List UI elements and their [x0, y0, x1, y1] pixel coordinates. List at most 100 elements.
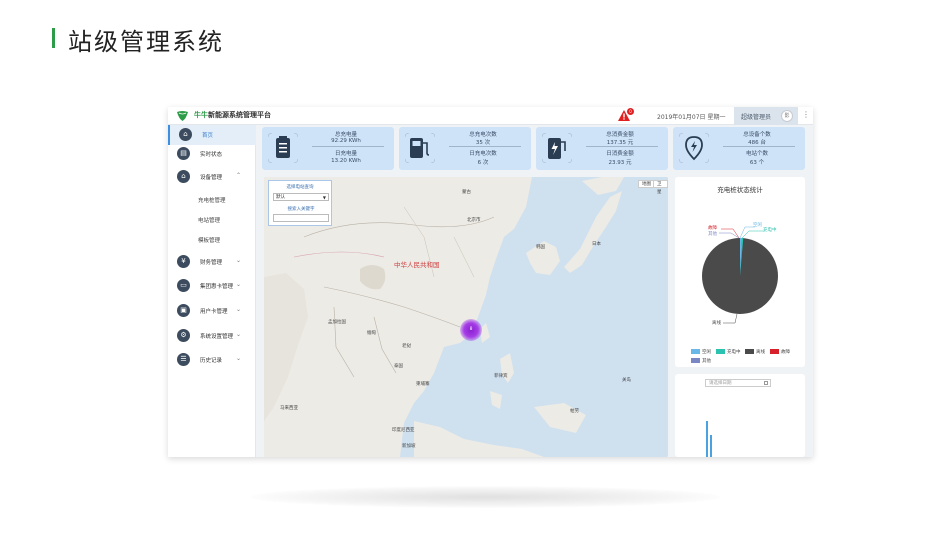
sidebar-item-user-card[interactable]: ▣ 用户卡管理 ⌄ [168, 301, 256, 321]
pie-leader-fault [721, 228, 740, 239]
screenshot-shadow [250, 486, 720, 508]
sidebar-item-devices[interactable]: ⌂ 设备管理 ⌃ [168, 167, 256, 187]
current-date: 2019年01月07日 星期一 [657, 114, 726, 121]
charger-status-chart: 充电桩状态统计 空闲 充电中 故障 其他 离线 空闲 充电中 离线 故障 其他 [675, 177, 805, 367]
sidebar-item-finance[interactable]: ¥ 财务管理 ⌄ [168, 252, 256, 272]
finance-icon: ¥ [177, 255, 190, 268]
map-label-cambodia: 柬埔寨 [416, 382, 430, 387]
legend-fault: 故障 [770, 349, 790, 355]
stat-card-charges: 总充电次数 35 次 日充电次数 6 次 [399, 127, 531, 170]
chevron-down-icon: ⌄ [236, 281, 242, 288]
chevron-down-icon: ⌄ [236, 306, 242, 313]
map-label-indonesia: 印度尼西亚 [392, 428, 415, 433]
map-label-palau: 帕劳 [570, 409, 579, 414]
title-accent-bar [52, 28, 55, 48]
device-icon: ⌂ [177, 170, 190, 183]
user-name: 超级管理员 [741, 114, 772, 121]
meter-icon [268, 133, 298, 163]
sidebar-item-group-card[interactable]: ▭ 集团惠卡管理 ⌄ [168, 276, 256, 296]
brand-name: 牛牛新能源系统管理平台 [194, 111, 271, 119]
top-bar: 牛牛新能源系统管理平台 0 2019年01月07日 星期一 超级管理员 影 ⋮ [168, 107, 813, 125]
sidebar-item-settings[interactable]: ⚙ 系统设置管理 ⌄ [168, 326, 256, 346]
stat-value: 35 次 [475, 140, 491, 146]
chevron-down-icon: ⌄ [236, 257, 242, 264]
stat-value: 6 次 [477, 160, 489, 166]
map-label-myanmar: 缅甸 [367, 331, 376, 336]
sidebar-subitem-chargers[interactable]: 充电桩管理 [198, 196, 226, 204]
stat-label: 日消费金额 [606, 151, 634, 157]
divider [312, 146, 384, 147]
slide-title: 站级管理系统 [68, 28, 224, 56]
avatar[interactable]: 影 [781, 110, 793, 122]
stat-label: 日充电次数 [469, 151, 497, 157]
card-icon: ▭ [177, 279, 190, 292]
map-label-mongolia: 蒙古 [462, 190, 471, 195]
map-label-philippines: 菲律宾 [494, 374, 508, 379]
location-icon [679, 133, 709, 163]
chevron-down-icon: ⌄ [236, 355, 242, 362]
sidebar-item-history[interactable]: ☰ 历史记录 ⌄ [168, 350, 256, 370]
sidebar-subitem-stations[interactable]: 电站管理 [198, 216, 220, 224]
daily-chart-card: 请选择日期 [675, 374, 805, 457]
charger-icon [405, 133, 435, 163]
map-label-guam: 关岛 [622, 378, 631, 383]
divider [449, 146, 521, 147]
map-label-korea: 韩国 [536, 245, 545, 250]
station-select[interactable]: 默认 ▼ [273, 193, 329, 201]
map-label-china: 中华人民共和国 [394, 261, 440, 269]
divider [723, 146, 795, 147]
stat-label: 总充电量 [334, 132, 357, 138]
pie-label-charging: 充电中 [763, 228, 777, 233]
user-menu[interactable]: 超级管理员 影 [734, 107, 798, 125]
pie-leader-offline [723, 313, 738, 324]
caret-down-icon: ▼ [322, 195, 326, 200]
panel-title: 选择电站查询 [286, 185, 314, 190]
alert-count-badge: 0 [627, 108, 634, 115]
station-cluster-marker[interactable]: 8 [460, 319, 482, 341]
stat-value: 23.93 元 [608, 160, 632, 166]
map-label-japan: 日本 [592, 242, 601, 247]
stat-value: 63 个 [749, 160, 765, 166]
stat-value: 486 台 [748, 140, 766, 146]
chevron-up-icon: ⌃ [236, 172, 242, 179]
stat-label: 总设备个数 [743, 132, 771, 138]
legend-offline: 离线 [745, 349, 765, 355]
bar-2 [710, 435, 712, 457]
pie-label-other: 其他 [708, 232, 717, 237]
stat-card-devices: 总设备个数 486 台 电站个数 63 个 [673, 127, 805, 170]
battery-icon [542, 133, 572, 163]
pie-label-idle: 空闲 [753, 223, 762, 228]
divider [586, 146, 658, 147]
settings-icon: ⚙ [177, 329, 190, 342]
app-window: 牛牛新能源系统管理平台 0 2019年01月07日 星期一 超级管理员 影 ⋮ … [168, 107, 813, 457]
stat-label: 日充电量 [334, 151, 357, 157]
pie-svg [702, 226, 778, 324]
satellite-view-toggle[interactable]: 卫星 [653, 180, 668, 195]
history-icon: ☰ [177, 353, 190, 366]
stat-value: 13.20 KWh [331, 158, 361, 164]
stat-card-energy: 总充电量 92.29 KWh 日充电量 13.20 KWh [262, 127, 394, 170]
legend-idle: 空闲 [691, 349, 711, 355]
keyword-input[interactable] [273, 214, 329, 222]
sidebar-item-home[interactable]: ⌂ 首页 [168, 125, 256, 145]
station-map[interactable]: 中华人民共和国 北京市 日本 韩国 蒙古 老挝 泰国 缅甸 孟加拉国 柬埔寨 菲… [264, 177, 668, 457]
legend-other: 其他 [691, 358, 711, 364]
map-label-laos: 老挝 [402, 344, 411, 349]
pie-label-offline: 离线 [712, 321, 721, 326]
more-menu-icon[interactable]: ⋮ [802, 110, 810, 119]
station-search-panel: 选择电站查询 默认 ▼ 搜索入关键字 [268, 180, 332, 226]
pie-leader-charging [741, 230, 765, 239]
sidebar-item-realtime[interactable]: ▤ 实时状态 [168, 144, 256, 164]
map-label-malaysia: 马来西亚 [280, 406, 298, 411]
map-label-singapore: 新加坡 [402, 444, 416, 449]
sidebar-subitem-templates[interactable]: 模板管理 [198, 236, 220, 244]
stat-value: 137.35 元 [606, 140, 634, 146]
monitor-icon: ▤ [177, 147, 190, 160]
user-card-icon: ▣ [177, 304, 190, 317]
leaf-logo-icon [177, 111, 188, 121]
bar-1 [706, 421, 708, 457]
date-picker[interactable]: 请选择日期 [705, 379, 771, 387]
keyword-label: 搜索入关键字 [287, 207, 315, 212]
map-label-beijing: 北京市 [467, 218, 481, 223]
home-icon: ⌂ [179, 128, 192, 141]
